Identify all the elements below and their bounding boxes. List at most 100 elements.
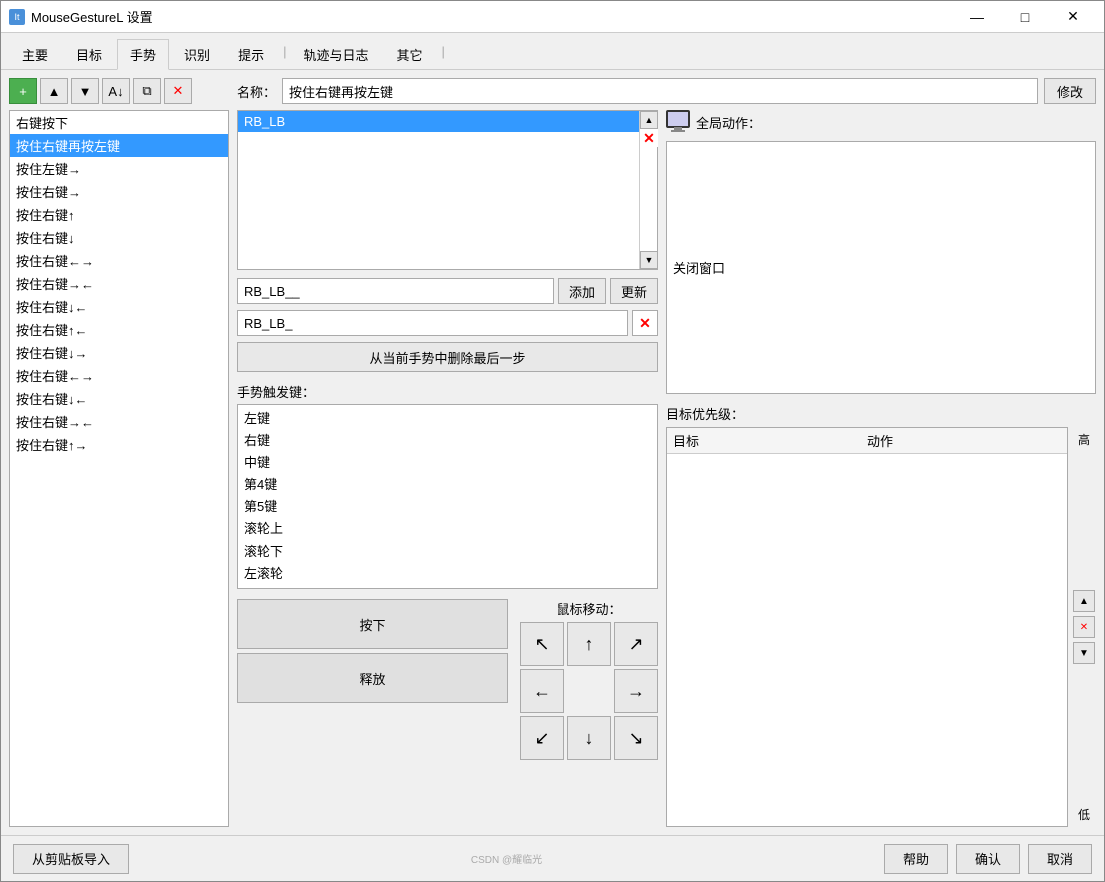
dir-w-button[interactable]: ←	[520, 669, 564, 713]
move-down-button[interactable]: ▼	[71, 78, 99, 104]
delete-step-button[interactable]: 从当前手势中删除最后一步	[237, 342, 658, 372]
tab-separator: |	[279, 39, 290, 69]
maximize-button[interactable]: □	[1002, 1, 1048, 33]
copy-button[interactable]: ⧉	[133, 78, 161, 104]
trigger-item[interactable]: 滚轮上	[244, 518, 651, 540]
trigger-item[interactable]: 滚轮下	[244, 541, 651, 563]
gesture-item[interactable]: 按住右键↑	[10, 203, 228, 226]
tab-main[interactable]: 主要	[9, 39, 61, 69]
priority-sidebar: 高 ▲ ✕ ▼ 低	[1072, 427, 1096, 827]
trigger-item[interactable]: 第5键	[244, 496, 651, 518]
tab-target[interactable]: 目标	[63, 39, 115, 69]
dir-nw-button[interactable]: ↖	[520, 622, 564, 666]
name-label: 名称：	[237, 82, 276, 101]
bottom-bar: 从剪贴板导入 CSDN @耀临光 帮助 确认 取消	[1, 835, 1104, 881]
modify-button[interactable]: 修改	[1044, 78, 1096, 104]
trigger-item[interactable]: 右键	[244, 430, 651, 452]
move-up-button[interactable]: ▲	[40, 78, 68, 104]
gesture-item[interactable]: 按住右键↓→	[10, 341, 228, 364]
import-button[interactable]: 从剪贴板导入	[13, 844, 129, 874]
global-action-input[interactable]	[666, 141, 1096, 394]
dir-se-button[interactable]: ↘	[614, 716, 658, 760]
gesture-item[interactable]: 按住右键→←	[10, 410, 228, 433]
trigger-item[interactable]: 中键	[244, 452, 651, 474]
gesture-item[interactable]: 按住右键↑←	[10, 318, 228, 341]
left-panel: + ▲ ▼ A↓ ⧉ ✕ 右键按下 按住右键再按左键 按住左键→ 按住右键→ 按…	[9, 78, 229, 827]
gesture-item[interactable]: 按住右键←→	[10, 249, 228, 272]
name-row: 名称： 修改	[237, 78, 1096, 104]
global-action-row: 全局动作：	[666, 110, 1096, 135]
gesture-item-selected[interactable]: 按住右键再按左键	[10, 134, 228, 157]
trigger-item[interactable]: 右滚轮	[244, 585, 651, 589]
gesture-item[interactable]: 按住右键↓←	[10, 295, 228, 318]
bottom-left: 从剪贴板导入	[13, 844, 129, 874]
sequence-selected[interactable]: RB_LB	[238, 111, 657, 132]
tab-bar: 主要 目标 手势 识别 提示 | 轨迹与日志 其它 |	[1, 33, 1104, 70]
sort-button[interactable]: A↓	[102, 78, 130, 104]
scroll-down-button[interactable]: ▼	[640, 251, 658, 269]
trigger-label: 手势触发键：	[237, 382, 658, 401]
ok-button[interactable]: 确认	[956, 844, 1020, 874]
gesture-item[interactable]: 按住右键↓←	[10, 387, 228, 410]
gesture-item[interactable]: 按住右键→	[10, 180, 228, 203]
sequence-input1[interactable]	[237, 278, 554, 304]
dir-s-button[interactable]: ↓	[567, 716, 611, 760]
priority-low-text: 低	[1078, 806, 1090, 823]
bottom-right: 帮助 确认 取消	[884, 844, 1092, 874]
gesture-toolbar: + ▲ ▼ A↓ ⧉ ✕	[9, 78, 229, 104]
scroll-up-button[interactable]: ▲	[640, 111, 658, 129]
window-title: MouseGestureL 设置	[31, 7, 153, 26]
priority-down-button[interactable]: ▼	[1073, 642, 1095, 664]
priority-up-button[interactable]: ▲	[1073, 590, 1095, 612]
direction-section: 鼠标移动： ↖ ↑ ↗ ← → ↙ ↓ ↘	[520, 599, 658, 760]
gesture-list: 右键按下 按住右键再按左键 按住左键→ 按住右键→ 按住右键↑ 按住右键↓ 按住…	[9, 110, 229, 827]
priority-col-target: 目标	[673, 431, 867, 450]
dir-sw-button[interactable]: ↙	[520, 716, 564, 760]
priority-delete-button[interactable]: ✕	[1073, 616, 1095, 638]
gesture-item[interactable]: 按住左键→	[10, 157, 228, 180]
watermark: CSDN @耀临光	[471, 851, 542, 866]
priority-side-buttons: ▲ ✕ ▼	[1073, 590, 1095, 664]
priority-container: 目标 动作 高 ▲ ✕ ▼ 低	[666, 427, 1096, 827]
add-gesture-button[interactable]: +	[9, 78, 37, 104]
help-button[interactable]: 帮助	[884, 844, 948, 874]
tab-hint[interactable]: 提示	[225, 39, 277, 69]
trigger-item[interactable]: 左键	[244, 408, 651, 430]
release-button[interactable]: 释放	[237, 653, 508, 703]
update-sequence-button[interactable]: 更新	[610, 278, 658, 304]
priority-table: 目标 动作	[666, 427, 1068, 827]
cancel-button[interactable]: 取消	[1028, 844, 1092, 874]
dir-ne-button[interactable]: ↗	[614, 622, 658, 666]
tab-trace[interactable]: 轨迹与日志	[290, 39, 381, 69]
priority-high-text: 高	[1078, 431, 1090, 448]
tab-gesture[interactable]: 手势	[117, 39, 169, 70]
trigger-item[interactable]: 左滚轮	[244, 563, 651, 585]
monitor-icon	[666, 110, 690, 135]
direction-grid: ↖ ↑ ↗ ← → ↙ ↓ ↘	[520, 622, 658, 760]
delete-x-button[interactable]: ✕	[632, 310, 658, 336]
press-button[interactable]: 按下	[237, 599, 508, 649]
dir-n-button[interactable]: ↑	[567, 622, 611, 666]
add-sequence-button[interactable]: 添加	[558, 278, 606, 304]
close-button[interactable]: ✕	[1050, 1, 1096, 33]
press-release-area: 按下 释放	[237, 599, 508, 703]
name-input[interactable]	[282, 78, 1038, 104]
gesture-item[interactable]: 按住右键←→	[10, 364, 228, 387]
gesture-item[interactable]: 按住右键↓	[10, 226, 228, 249]
gesture-item[interactable]: 按住右键→←	[10, 272, 228, 295]
window-controls: — □ ✕	[954, 1, 1096, 33]
delete-button[interactable]: ✕	[164, 78, 192, 104]
trigger-item[interactable]: 第4键	[244, 474, 651, 496]
app-icon: It	[9, 9, 25, 25]
sequence-input2[interactable]	[237, 310, 628, 336]
tab-recognize[interactable]: 识别	[171, 39, 223, 69]
tab-other[interactable]: 其它	[383, 39, 435, 69]
sequence-delete-button[interactable]: ✕	[640, 129, 658, 147]
minimize-button[interactable]: —	[954, 1, 1000, 33]
gesture-item[interactable]: 右键按下	[10, 111, 228, 134]
tab-separator2: |	[438, 39, 449, 69]
gesture-item[interactable]: 按住右键↑→	[10, 433, 228, 456]
priority-col-action: 动作	[867, 431, 1061, 450]
dir-e-button[interactable]: →	[614, 669, 658, 713]
action-panel: 全局动作： 目标优先级： 目标 动作	[666, 110, 1096, 827]
